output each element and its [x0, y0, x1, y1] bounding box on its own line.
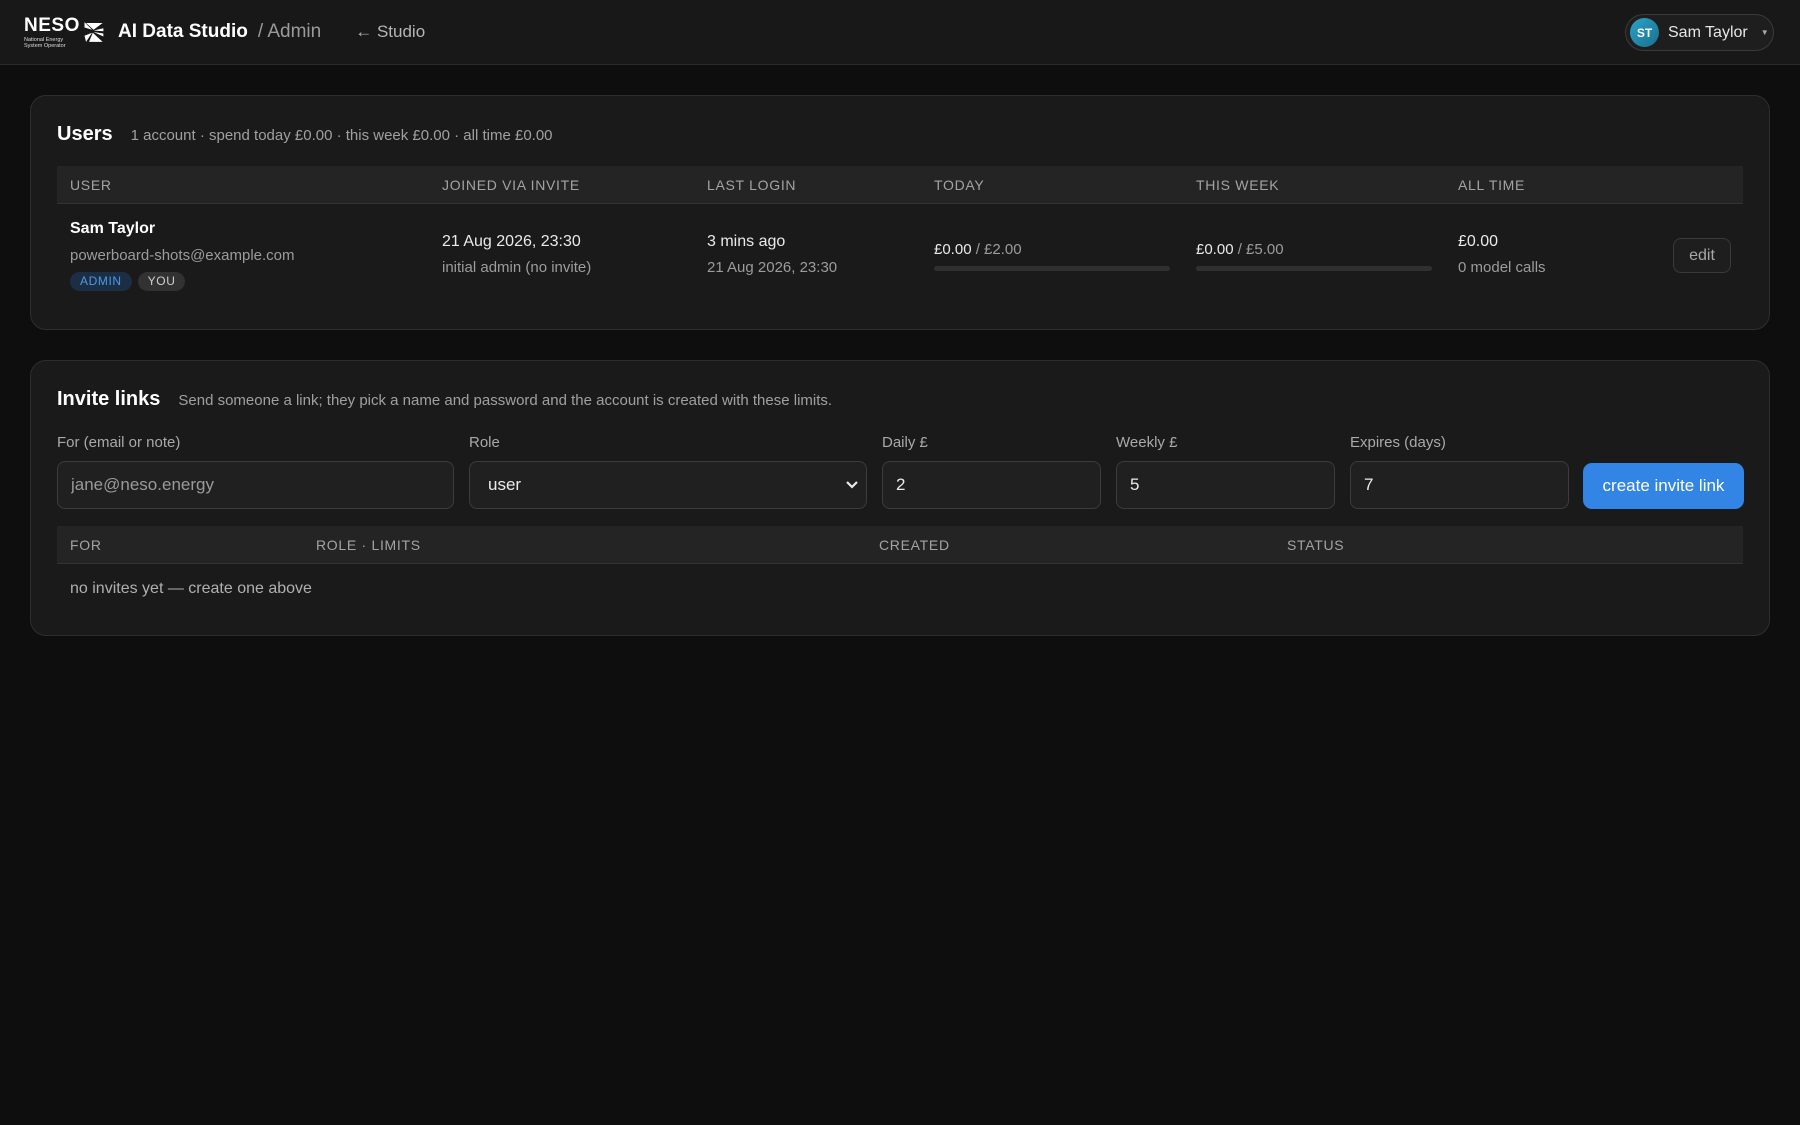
col-header-this-week: THIS WEEK: [1196, 177, 1280, 193]
logo-subtitle-line2: System Operator: [24, 42, 66, 49]
weekly-field-label: Weekly £: [1116, 434, 1178, 451]
daily-limit-input[interactable]: [882, 461, 1101, 509]
last-login-date: 21 Aug 2026, 23:30: [707, 259, 838, 276]
invites-title: Invite links: [57, 388, 161, 410]
logo-wordmark-group: NESO National Energy System Operator: [24, 16, 80, 49]
edit-user-button[interactable]: edit: [1673, 238, 1731, 273]
breadcrumb: / Admin: [257, 21, 322, 42]
week-spent: £0.00: [1196, 241, 1234, 258]
all-time-cell: £0.00 0 model calls: [1458, 233, 1546, 276]
today-spend-cell: £0.00 / £2.00: [934, 241, 1170, 271]
invites-description: Send someone a link; they pick a name an…: [178, 392, 833, 409]
col-header-joined: JOINED VIA INVITE: [442, 177, 580, 193]
invite-for-input[interactable]: [57, 461, 454, 509]
top-bar: NESO National Energy System Operator AI …: [0, 0, 1800, 65]
app-title: AI Data Studio: [118, 21, 248, 42]
col-header-role-limits: ROLE · LIMITS: [316, 537, 421, 553]
logo-wordmark: NESO: [24, 14, 80, 36]
user-badges: ADMIN YOU: [70, 272, 295, 291]
create-invite-link-button[interactable]: create invite link: [1583, 463, 1744, 509]
col-header-user: USER: [70, 177, 112, 193]
back-to-studio-link[interactable]: ← Studio: [355, 22, 425, 42]
for-field-label: For (email or note): [57, 434, 181, 451]
users-summary: 1 account · spend today £0.00 · this wee…: [130, 127, 553, 144]
expires-field-label: Expires (days): [1350, 434, 1446, 451]
week-spend-bar: [1196, 266, 1432, 271]
role-field-label: Role: [469, 434, 500, 451]
today-limit: / £2.00: [975, 241, 1022, 258]
joined-date: 21 Aug 2026, 23:30: [442, 233, 581, 250]
avatar: ST: [1630, 18, 1659, 47]
user-name: Sam Taylor: [70, 220, 156, 237]
col-header-all-time: ALL TIME: [1458, 177, 1526, 193]
user-menu-name: Sam Taylor: [1668, 23, 1748, 41]
logo-flag-icon: [84, 22, 104, 42]
users-table-header: USER JOINED VIA INVITE LAST LOGIN TODAY …: [57, 166, 1743, 204]
col-header-for: FOR: [70, 537, 102, 553]
invites-card-header: Invite links Send someone a link; they p…: [57, 388, 832, 411]
you-badge: YOU: [137, 272, 186, 291]
user-menu-button[interactable]: ST Sam Taylor ▼: [1625, 14, 1774, 51]
invites-card: Invite links Send someone a link; they p…: [30, 360, 1770, 636]
model-calls: 0 model calls: [1458, 259, 1546, 276]
users-card: Users 1 account · spend today £0.00 · th…: [30, 95, 1770, 330]
last-login-relative: 3 mins ago: [707, 233, 786, 250]
joined-note: initial admin (no invite): [442, 259, 592, 276]
col-header-today: TODAY: [934, 177, 985, 193]
col-header-status: STATUS: [1287, 537, 1345, 553]
today-spent: £0.00: [934, 241, 972, 258]
user-cell: Sam Taylor powerboard-shots@example.com …: [70, 220, 295, 291]
caret-down-icon: ▼: [1760, 28, 1769, 37]
week-limit: / £5.00: [1237, 241, 1284, 258]
last-login-cell: 3 mins ago 21 Aug 2026, 23:30: [707, 233, 837, 276]
daily-field-label: Daily £: [882, 434, 928, 451]
col-header-created: CREATED: [879, 537, 950, 553]
admin-badge: ADMIN: [70, 272, 132, 291]
col-header-last-login: LAST LOGIN: [707, 177, 797, 193]
user-email: powerboard-shots@example.com: [70, 247, 295, 264]
chevron-down-icon: [846, 481, 858, 489]
week-spend-cell: £0.00 / £5.00: [1196, 241, 1432, 271]
joined-cell: 21 Aug 2026, 23:30 initial admin (no inv…: [442, 233, 591, 276]
expires-days-input[interactable]: [1350, 461, 1569, 509]
users-card-header: Users 1 account · spend today £0.00 · th…: [57, 123, 553, 146]
role-select-value: user: [488, 475, 522, 494]
role-select[interactable]: user: [469, 461, 867, 509]
users-title: Users: [57, 123, 113, 145]
weekly-limit-input[interactable]: [1116, 461, 1335, 509]
neso-logo[interactable]: NESO National Energy System Operator: [24, 14, 104, 50]
invites-empty-message: no invites yet — create one above: [70, 580, 312, 597]
invites-table-header: FOR ROLE · LIMITS CREATED STATUS: [57, 526, 1743, 564]
all-time-spent: £0.00: [1458, 233, 1499, 250]
today-spend-bar: [934, 266, 1170, 271]
